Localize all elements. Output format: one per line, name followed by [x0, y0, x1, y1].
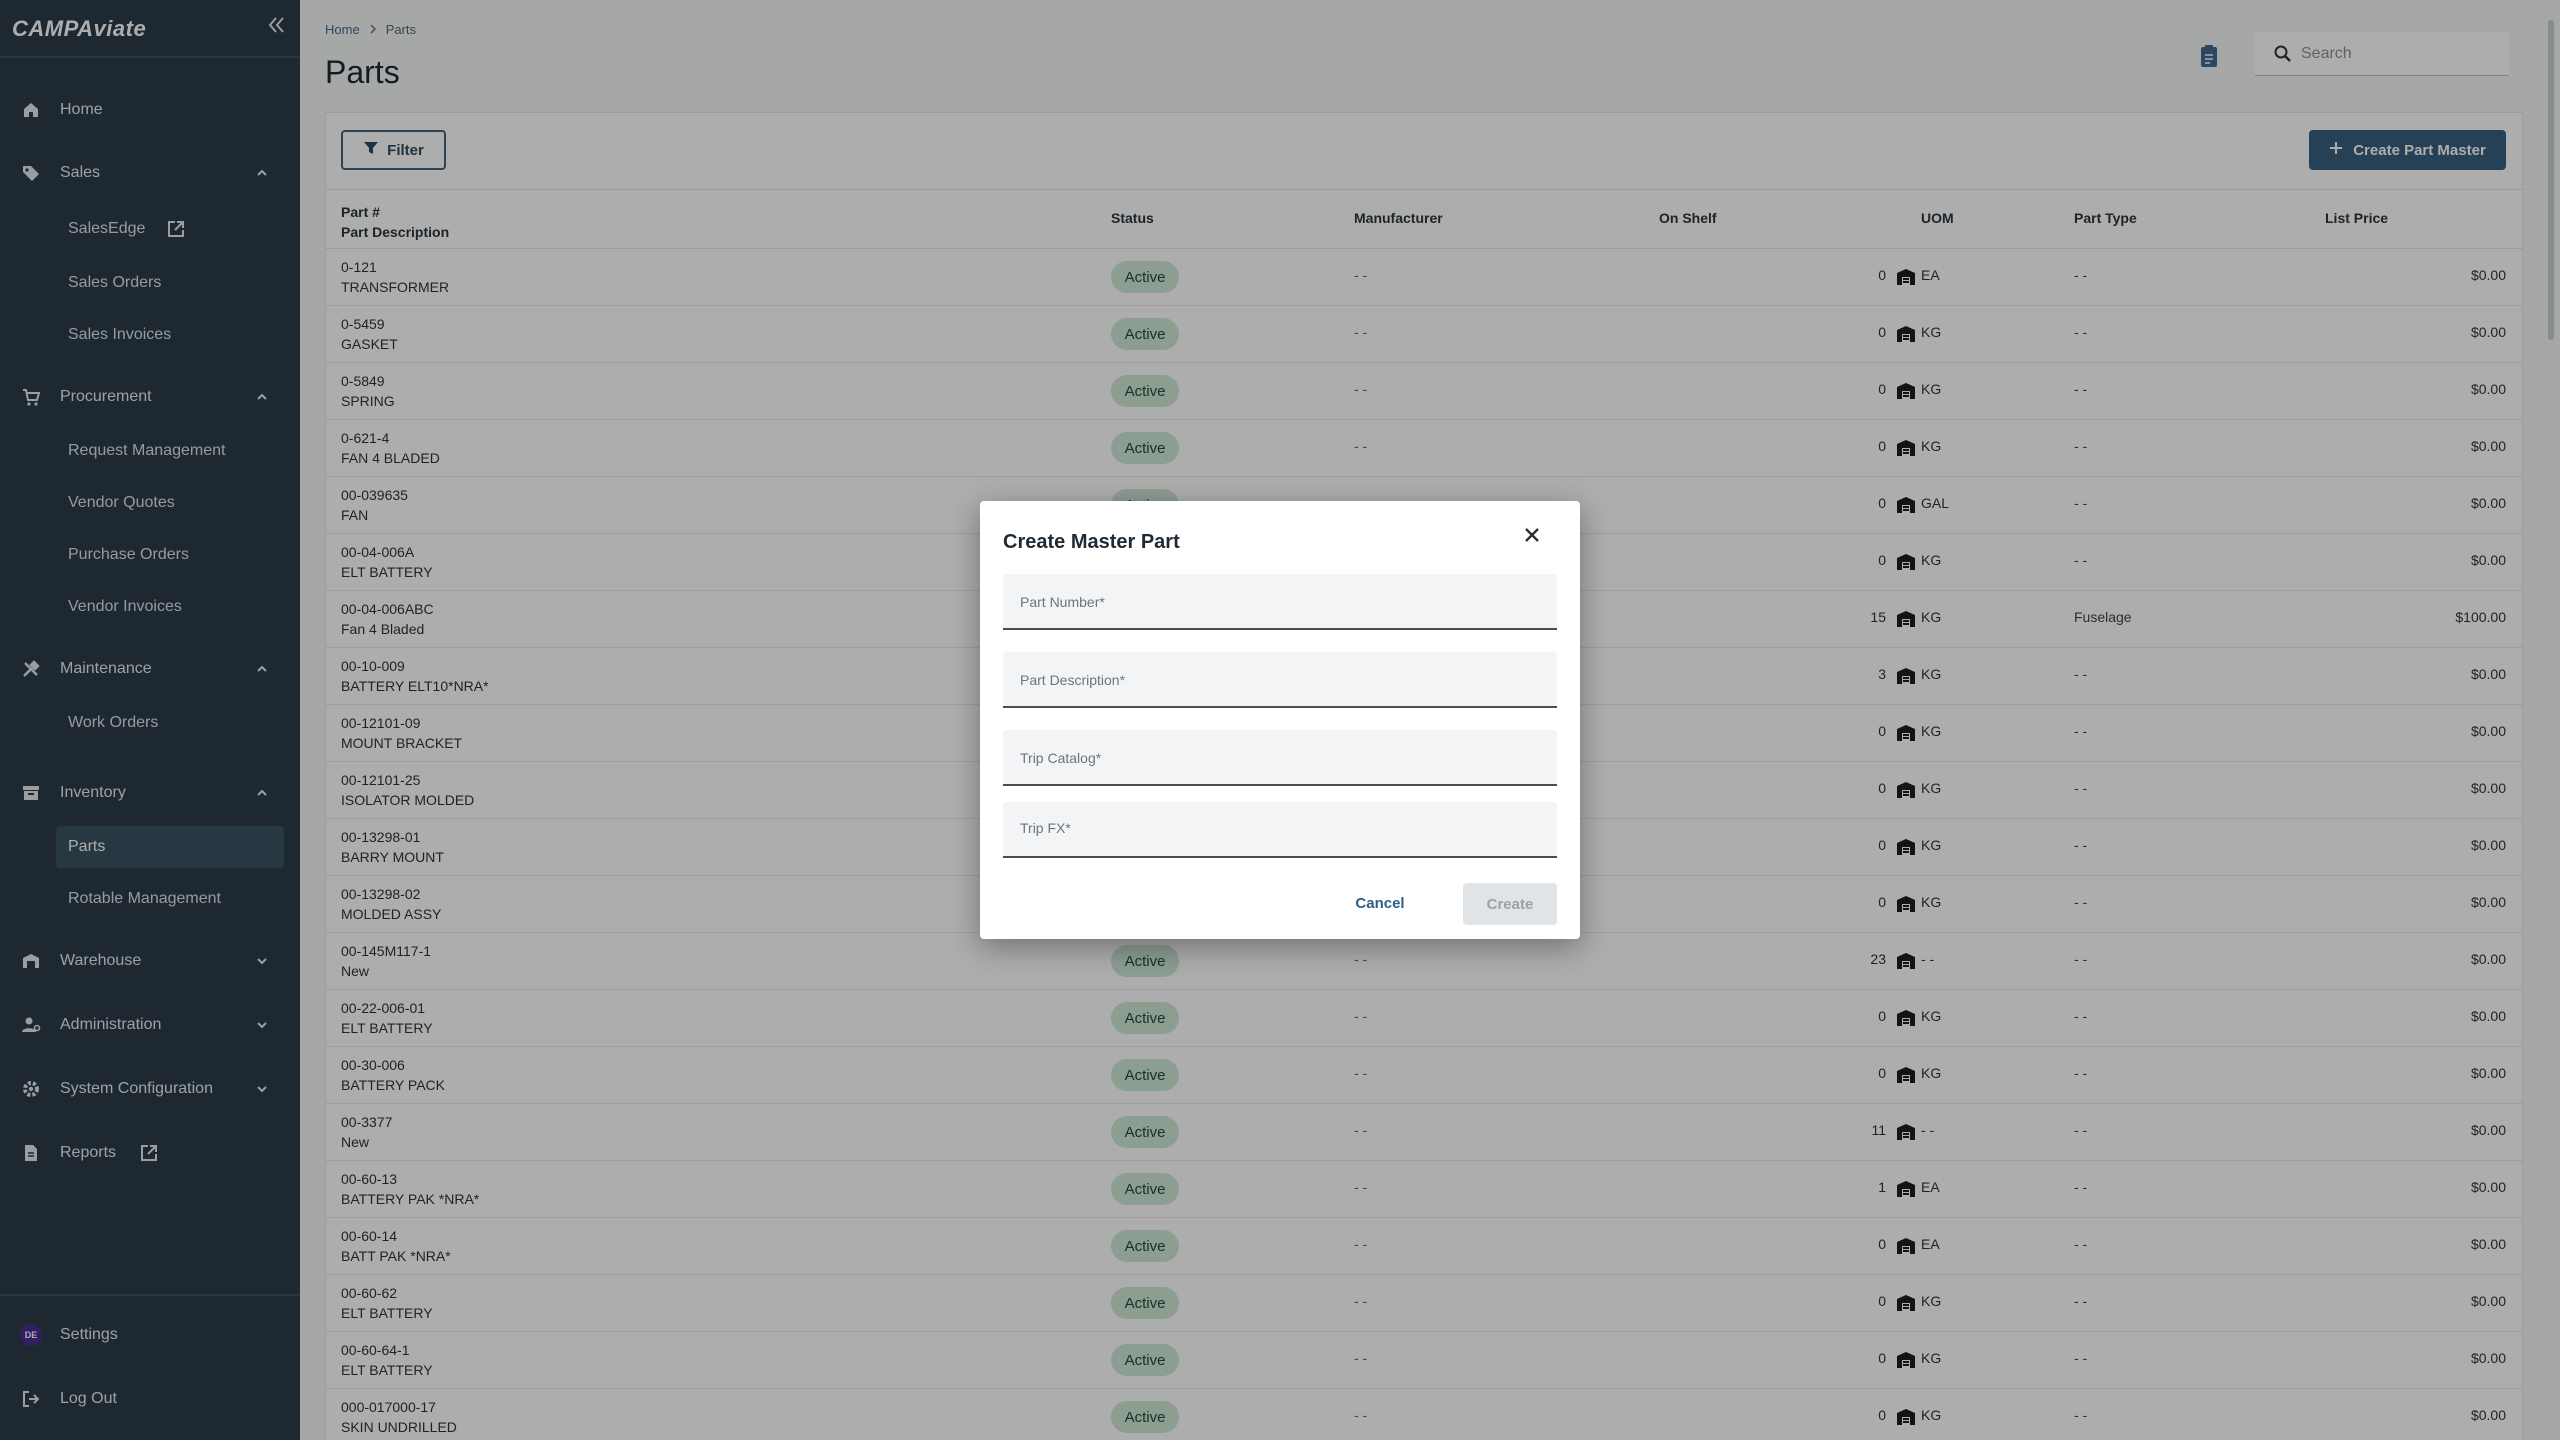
create-button[interactable]: Create	[1463, 883, 1557, 925]
part-number-field[interactable]: Part Number*	[1003, 574, 1557, 630]
trip-fx-field[interactable]: Trip FX*	[1003, 802, 1557, 858]
create-master-part-dialog: Create Master Part Part Number* Part Des…	[980, 501, 1580, 939]
dialog-title: Create Master Part	[1003, 531, 1180, 553]
close-icon[interactable]	[1520, 523, 1544, 547]
part-description-field[interactable]: Part Description*	[1003, 652, 1557, 708]
part-description-label: Part Description*	[1020, 672, 1126, 688]
trip-catalog-label: Trip Catalog*	[1020, 750, 1102, 766]
trip-catalog-field[interactable]: Trip Catalog*	[1003, 730, 1557, 786]
cancel-button[interactable]: Cancel	[1342, 883, 1418, 923]
trip-fx-label: Trip FX*	[1020, 820, 1071, 836]
part-number-label: Part Number*	[1020, 594, 1105, 610]
